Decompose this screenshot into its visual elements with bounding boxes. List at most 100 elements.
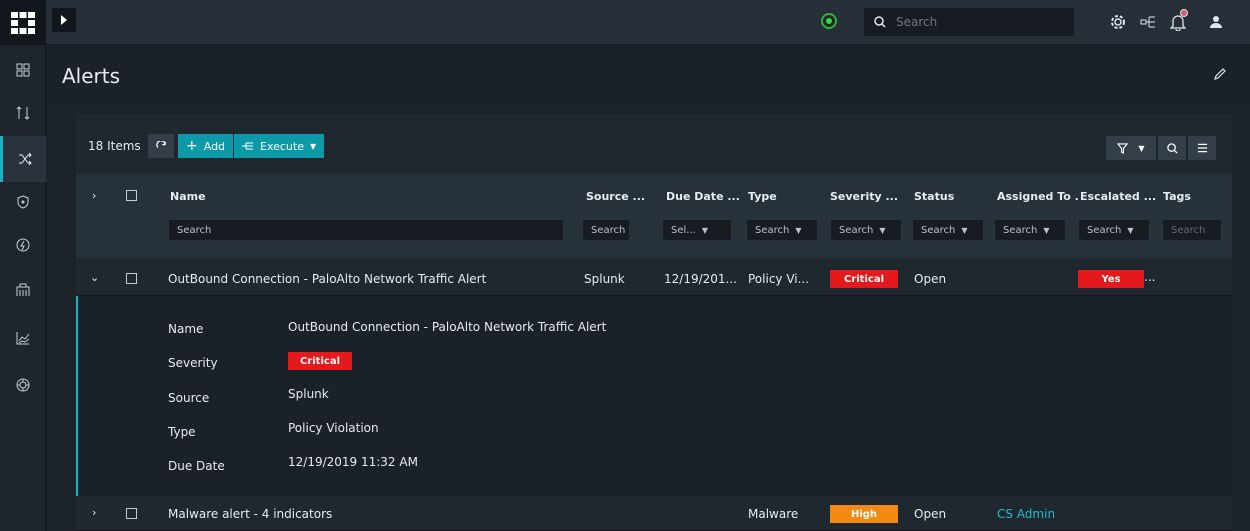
filter-severity-text: Search [839, 224, 874, 236]
nav-reports[interactable] [0, 318, 46, 358]
edit-page-button[interactable] [1214, 68, 1226, 83]
cell-type: Malware [748, 507, 799, 521]
search-icon [1166, 142, 1178, 154]
nav-queue[interactable] [0, 93, 46, 133]
nav-dashboard[interactable] [0, 50, 46, 90]
chart-icon [16, 332, 30, 345]
detail-value-type: Policy Violation [288, 421, 379, 435]
globe-icon [16, 378, 30, 392]
fortinet-logo[interactable] [0, 0, 46, 45]
chevron-right-icon[interactable]: › [92, 506, 96, 519]
settings-button[interactable] [1108, 12, 1128, 32]
expand-all-icon[interactable]: › [92, 189, 96, 202]
grid-search-button[interactable] [1158, 136, 1186, 160]
cell-assigned[interactable]: CS Admin [997, 507, 1055, 521]
play-icon [61, 15, 67, 25]
nav-automation[interactable] [0, 225, 46, 265]
chevron-down-icon: ▼ [310, 141, 317, 151]
cell-name[interactable]: Malware alert - 4 indicators [168, 507, 332, 521]
nav-incidents[interactable] [0, 182, 46, 222]
filter-source-input[interactable]: Search [582, 219, 630, 241]
col-assigned[interactable]: Assigned To . [997, 190, 1079, 203]
queue-icon [16, 106, 30, 120]
grid-menu-button[interactable] [1188, 136, 1216, 160]
severity-badge: Critical [830, 270, 898, 288]
add-button[interactable]: + Add [178, 134, 234, 158]
filter-status-text: Search [921, 224, 956, 236]
page-title: Alerts [62, 64, 121, 88]
col-source[interactable]: Source ... [586, 190, 645, 203]
user-menu-button[interactable] [1206, 12, 1226, 32]
nav-alerts[interactable] [0, 136, 46, 182]
escalated-badge: Yes [1078, 270, 1144, 288]
global-search-input[interactable] [896, 15, 1056, 29]
detail-value-source: Splunk [288, 387, 329, 401]
col-due-date[interactable]: Due Date ... [666, 190, 740, 203]
left-sidebar [0, 0, 46, 531]
pencil-icon [1214, 68, 1226, 80]
nav-assets[interactable] [0, 270, 46, 310]
connection-status-icon[interactable] [821, 13, 837, 29]
table-row[interactable]: ⌄ OutBound Connection - PaloAlto Network… [76, 262, 1232, 296]
building-icon [16, 283, 30, 296]
cell-status: Open [914, 272, 947, 286]
plus-icon: + [186, 138, 198, 154]
detail-severity-badge: Critical [288, 352, 352, 370]
grid-toolbar: 18 Items + Add Execute ▼ ▼ [76, 114, 1232, 170]
filter-icon [1117, 142, 1129, 154]
filter-severity-select[interactable]: Search ▼ [830, 219, 902, 241]
filter-due-date-text: Sel... [671, 224, 696, 236]
filter-tags-text: Search [1171, 224, 1206, 236]
filter-escalated-text: Search [1087, 224, 1122, 236]
col-type[interactable]: Type [748, 190, 777, 203]
notification-dot [1180, 9, 1188, 17]
filter-button[interactable]: ▼ [1106, 136, 1156, 160]
row-detail-panel: Name OutBound Connection - PaloAlto Netw… [76, 296, 1232, 496]
detail-label-name: Name [168, 322, 204, 336]
gear-icon [1111, 15, 1125, 29]
refresh-button[interactable] [148, 134, 174, 158]
chevron-down-icon: ▼ [1138, 143, 1145, 153]
table-header: › Name Source ... Due Date ... Type Seve… [76, 174, 1232, 258]
detail-label-due-date: Due Date [168, 459, 225, 473]
filter-tags-input[interactable]: Search [1162, 219, 1222, 241]
col-severity[interactable]: Severity ... [830, 190, 898, 203]
top-bar [46, 0, 1250, 45]
notifications-button[interactable] [1168, 9, 1188, 32]
table-row[interactable]: › Malware alert - 4 indicators Malware H… [76, 497, 1232, 531]
workflow-button[interactable] [1138, 12, 1158, 32]
chevron-down-icon: ▼ [1043, 225, 1050, 235]
search-icon [874, 16, 886, 28]
items-count: 18 Items [88, 139, 141, 153]
cell-name[interactable]: OutBound Connection - PaloAlto Network T… [168, 272, 486, 286]
filter-escalated-select[interactable]: Search ▼ [1078, 219, 1150, 241]
col-escalated[interactable]: Escalated ... [1080, 190, 1156, 203]
chevron-down-icon[interactable]: ⌄ [90, 271, 99, 284]
user-icon [1210, 16, 1222, 28]
col-status[interactable]: Status [914, 190, 954, 203]
detail-value-name: OutBound Connection - PaloAlto Network T… [288, 320, 607, 334]
detail-value-due-date: 12/19/2019 11:32 AM [288, 455, 418, 469]
escalated-more: ... [1144, 270, 1156, 284]
filter-assigned-select[interactable]: Search ▼ [994, 219, 1066, 241]
filter-name-text: Search [177, 224, 212, 236]
col-name[interactable]: Name [170, 190, 206, 203]
filter-name-input[interactable]: Search [168, 219, 564, 241]
refresh-icon [155, 140, 166, 148]
select-all-checkbox[interactable] [126, 190, 137, 201]
alerts-grid-panel: 18 Items + Add Execute ▼ ▼ › Name Source… [76, 114, 1232, 531]
filter-assigned-text: Search [1003, 224, 1038, 236]
bolt-icon [16, 238, 30, 252]
chevron-down-icon: ▼ [879, 225, 886, 235]
execute-button[interactable]: Execute ▼ [234, 134, 325, 158]
filter-due-date-select[interactable]: Sel... ▼ [662, 219, 732, 241]
row-checkbox[interactable] [126, 273, 137, 284]
sidebar-toggle-button[interactable] [52, 8, 76, 32]
filter-type-select[interactable]: Search ▼ [746, 219, 818, 241]
nav-settings[interactable] [0, 365, 46, 405]
cell-due-date: 12/19/201... [664, 272, 737, 286]
filter-status-select[interactable]: Search ▼ [912, 219, 984, 241]
global-search[interactable] [864, 8, 1074, 36]
col-tags[interactable]: Tags [1163, 190, 1191, 203]
row-checkbox[interactable] [126, 508, 137, 519]
